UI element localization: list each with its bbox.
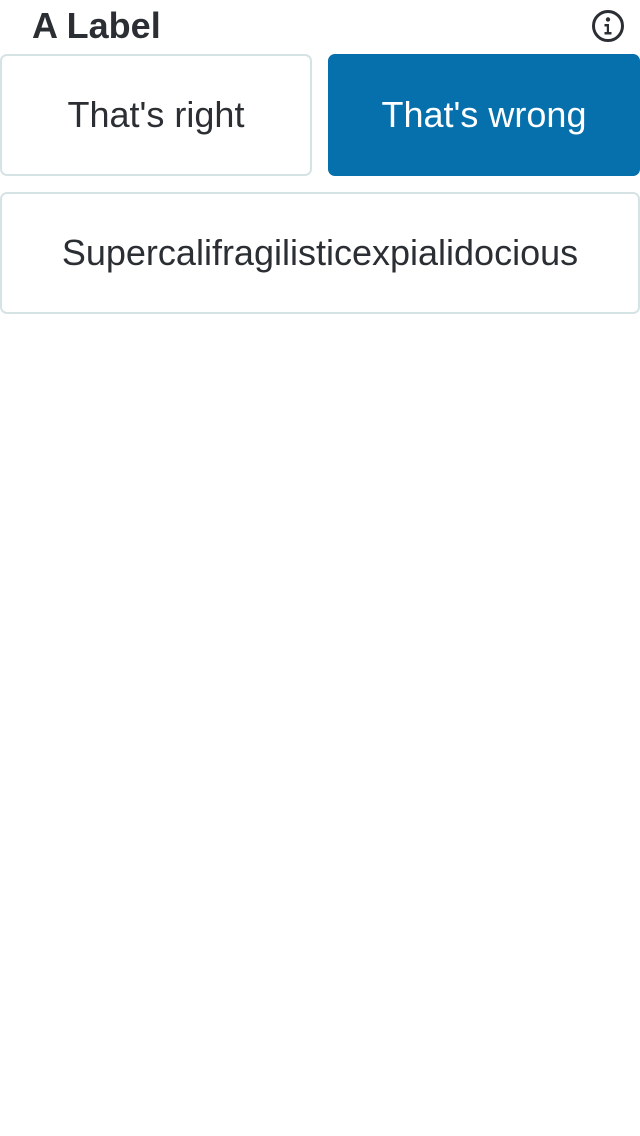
question-label: A Label bbox=[32, 5, 161, 46]
choice-thats-right[interactable]: That's right bbox=[0, 54, 312, 176]
choice-supercalifragilisticexpialidocious[interactable]: Supercalifragilisticexpialidocious bbox=[0, 192, 640, 314]
choice-label: That's right bbox=[67, 94, 245, 135]
info-icon[interactable] bbox=[591, 9, 625, 43]
choice-label: Supercalifragilisticexpialidocious bbox=[61, 232, 579, 273]
question-header: A Label bbox=[0, 0, 640, 54]
choice-thats-wrong[interactable]: That's wrong bbox=[328, 54, 640, 176]
choice-label: That's wrong bbox=[381, 94, 587, 135]
